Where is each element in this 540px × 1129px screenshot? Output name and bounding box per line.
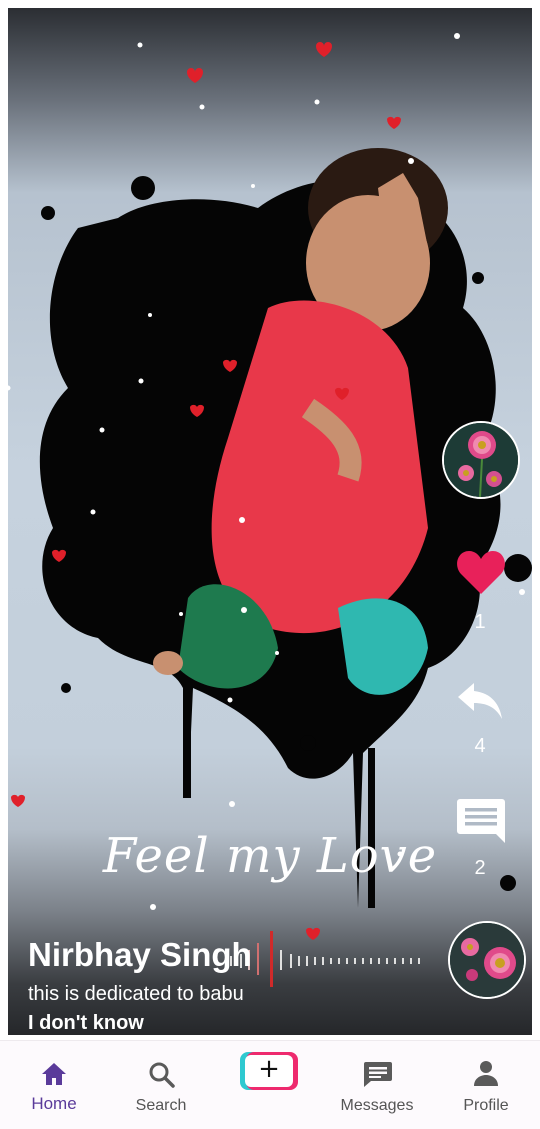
nav-search-label: Search xyxy=(135,1097,187,1114)
messages-icon xyxy=(364,1062,392,1087)
nav-messages[interactable]: Messages xyxy=(327,1041,427,1129)
song-title[interactable]: I don't know xyxy=(28,1012,144,1035)
nav-profile[interactable]: Profile xyxy=(436,1041,536,1129)
like-count: 1 xyxy=(474,611,486,633)
uploader-avatar[interactable] xyxy=(442,421,520,499)
uploader-name[interactable]: Nirbhay Singh xyxy=(28,936,252,974)
music-disc-avatar[interactable] xyxy=(448,921,526,999)
share-icon[interactable] xyxy=(456,681,504,721)
flower-icon xyxy=(450,923,524,997)
video-player[interactable]: Feel my Love Nirbhay Singh this is dedic… xyxy=(8,8,532,1035)
nav-home-label: Home xyxy=(31,1094,77,1113)
nav-search[interactable]: Search xyxy=(111,1041,211,1129)
profile-icon xyxy=(474,1061,498,1086)
flower-icon xyxy=(444,423,518,497)
comment-icon[interactable] xyxy=(456,797,506,845)
video-overlay-caption: Feel my Love xyxy=(102,828,438,884)
share-count: 4 xyxy=(474,735,486,757)
search-icon xyxy=(149,1062,175,1088)
nav-home[interactable]: Home xyxy=(4,1041,104,1129)
create-video-button[interactable]: + xyxy=(240,1052,298,1090)
nav-messages-label: Messages xyxy=(340,1097,414,1114)
nav-profile-label: Profile xyxy=(463,1097,509,1114)
add-button-label: + xyxy=(258,1054,280,1084)
comment-count: 2 xyxy=(474,857,486,879)
like-heart-icon[interactable] xyxy=(455,548,507,596)
video-description: this is dedicated to babu xyxy=(28,983,244,1005)
home-icon xyxy=(42,1063,66,1085)
